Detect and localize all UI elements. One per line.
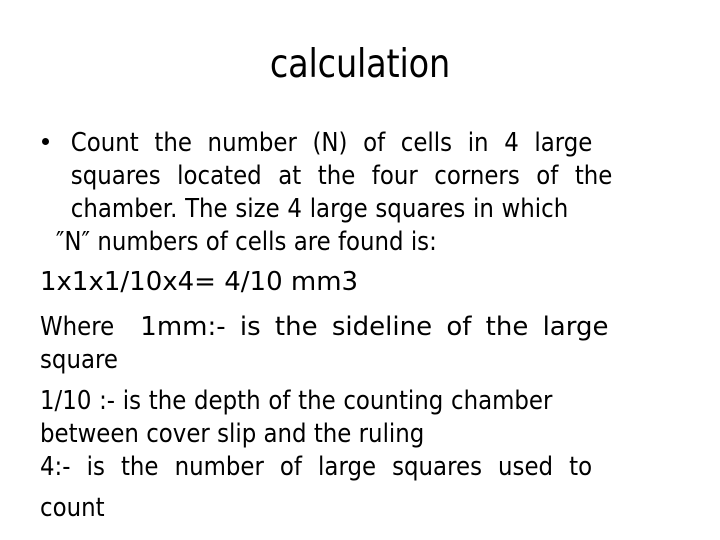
body-line-5-formula: 1x1x1/10x4= 4/10 mm3 <box>40 267 359 297</box>
slide-canvas: calculation Count the number (N) of cell… <box>0 0 720 540</box>
body-line-2: squares located at the four corners of t… <box>70 161 613 191</box>
body-line-3: chamber. The size 4 large squares in whi… <box>70 194 569 224</box>
bullet-paragraph: Count the number (N) of cells in 4 large… <box>40 128 670 227</box>
body-line-1: Count the number (N) of cells in 4 large <box>70 128 593 158</box>
slide-body: Count the number (N) of cells in 4 large… <box>40 128 670 526</box>
body-line-6-value: 1mm:- is the sideline of the large <box>140 312 609 342</box>
body-line-7-square: square <box>40 345 118 375</box>
body-line-10-four: 4:- is the number of large squares used … <box>40 452 593 482</box>
body-line-6-where: Where 1mm:- is the sideline of the large <box>40 312 670 345</box>
body-line-6-label: Where <box>40 312 115 342</box>
body-line-8-depth: 1/10 :- is the depth of the counting cha… <box>40 386 553 416</box>
slide-title: calculation <box>269 42 451 87</box>
body-line-11-count: count <box>40 493 105 523</box>
body-line-9-between: between cover slip and the ruling <box>40 419 425 449</box>
body-line-4-n-quote: ″N″ numbers of cells are found is: <box>55 227 437 257</box>
